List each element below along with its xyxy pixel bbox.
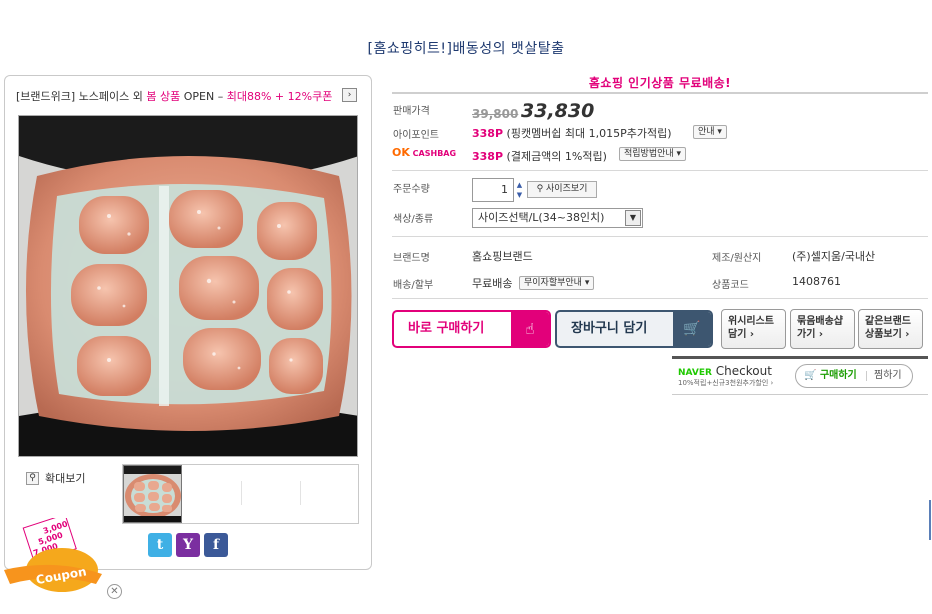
add-to-cart-button[interactable]: 장바구니 담기 🛒 — [555, 310, 713, 348]
thumbnail-divider — [300, 481, 301, 505]
close-icon[interactable]: ✕ — [107, 584, 122, 599]
brand-label: 브랜드명 — [393, 253, 430, 264]
origin-label: 제조/원산지 — [712, 253, 762, 264]
naver-benefit-text[interactable]: 10%적립+신규3천원추가할인 › — [678, 378, 773, 388]
divider — [392, 298, 928, 299]
promo-next-button[interactable]: › — [342, 88, 357, 102]
divider — [392, 170, 928, 171]
quantity-input[interactable]: 1 — [472, 178, 514, 202]
okcashbag-info: 338P (결제금액의 1%적립) — [472, 148, 607, 164]
coupon-graphic: 3,000 5,000 7,000 Coupon — [4, 513, 102, 592]
hand-click-icon: ☝ — [511, 312, 549, 346]
okcashbag-logo: OK CASHBAG — [392, 146, 457, 159]
wishlist-button[interactable]: 위시리스트 담기 › — [721, 309, 786, 349]
divider — [392, 236, 928, 237]
zoom-button[interactable]: ⚲ 확대보기 — [26, 470, 85, 486]
page-title: [홈쇼핑히트!]배동성의 뱃살탈출 — [367, 41, 565, 57]
thumbnail-image — [124, 466, 181, 522]
naver-action-pill: 🛒 구매하기 찜하기 — [795, 364, 913, 388]
size-chart-button[interactable]: ⚲ 사이즈보기 — [527, 181, 597, 198]
magnifier-icon: ⚲ — [536, 184, 544, 194]
cart-label: 장바구니 담기 — [571, 321, 648, 336]
option-value: 사이즈선택/L(34~38인치) — [478, 211, 605, 224]
naver-checkout-logo: NAVER Checkout — [678, 364, 772, 378]
thumbnail-divider — [241, 481, 242, 505]
buy-now-label: 바로 구매하기 — [408, 321, 485, 336]
yozm-share-icon[interactable]: Y — [176, 533, 200, 557]
promo-banner[interactable]: [브랜드위크] 노스페이스 외 봄 상품 OPEN – 최대88% + 12%쿠… — [16, 88, 332, 104]
magnifier-icon: ⚲ — [26, 471, 39, 485]
divider — [392, 92, 928, 94]
installment-guide-button[interactable]: 무이자할부안내 ▾ — [519, 276, 595, 290]
cart-icon: 🛒 — [673, 312, 711, 346]
ipoint-label: 아이포인트 — [393, 130, 439, 141]
option-label: 색상/종류 — [393, 214, 434, 225]
product-main-image[interactable] — [18, 115, 358, 457]
free-shipping-banner: 홈쇼핑 인기상품 무료배송! — [588, 76, 732, 90]
thumbnail-1[interactable] — [123, 465, 182, 523]
option-select[interactable]: 사이즈선택/L(34~38인치) ▼ — [472, 208, 643, 228]
okcashbag-points: 338P — [472, 150, 504, 163]
ipoint-info: 338P (핑캣멤버쉽 최대 1,015P추가적립) — [472, 125, 672, 141]
divider — [866, 371, 867, 381]
qty-label: 주문수량 — [393, 184, 430, 195]
promo-highlight-1: 봄 상품 — [146, 90, 181, 103]
same-brand-button[interactable]: 같은브랜드 상품보기 › — [858, 309, 923, 349]
promo-text-2: OPEN – — [180, 90, 227, 103]
coupon-badge[interactable]: 3,000 5,000 7,000 Coupon — [4, 513, 104, 598]
quantity-stepper[interactable]: ▲ ▼ — [515, 180, 524, 200]
ipoint-desc: (핑캣멤버쉽 최대 1,015P추가적립) — [506, 127, 672, 140]
okcashbag-desc: (결제금액의 1%적립) — [506, 150, 607, 163]
origin-value: (주)셀지움/국내산 — [792, 250, 876, 263]
buy-now-button[interactable]: 바로 구매하기 ☝ — [392, 310, 551, 348]
brand-value: 홈쇼핑브랜드 — [472, 250, 533, 263]
chevron-down-icon: ▼ — [625, 210, 641, 226]
sale-price: 33,830 — [521, 100, 595, 122]
ipoint-guide-button[interactable]: 안내 ▾ — [693, 125, 727, 139]
naver-wish-button[interactable]: 찜하기 — [874, 365, 902, 387]
twitter-share-icon[interactable]: t — [148, 533, 172, 557]
original-price: 39,800 — [472, 107, 519, 121]
belly-belt-illustration — [19, 116, 357, 456]
product-code-value: 1408761 — [792, 275, 841, 288]
ipoint-points: 338P — [472, 127, 504, 140]
product-code-label: 상품코드 — [712, 280, 749, 291]
naver-buy-button[interactable]: 🛒 구매하기 — [804, 365, 857, 387]
shipping-label: 배송/할부 — [393, 280, 434, 291]
scroll-indicator — [929, 500, 931, 540]
promo-text-1: 노스페이스 외 — [78, 90, 147, 103]
thumbnail-strip — [122, 464, 359, 524]
zoom-label: 확대보기 — [45, 472, 86, 485]
price-label: 판매가격 — [393, 106, 430, 117]
promo-highlight-2: 최대88% + 12%쿠폰 — [226, 90, 333, 103]
facebook-share-icon[interactable]: f — [204, 533, 228, 557]
okcashbag-guide-button[interactable]: 적립방법안내 ▾ — [619, 147, 687, 161]
promo-brand: [브랜드위크] — [16, 90, 76, 103]
bundle-shop-button[interactable]: 묶음배송샵 가기 › — [790, 309, 855, 349]
shipping-value: 무료배송 — [472, 277, 513, 290]
